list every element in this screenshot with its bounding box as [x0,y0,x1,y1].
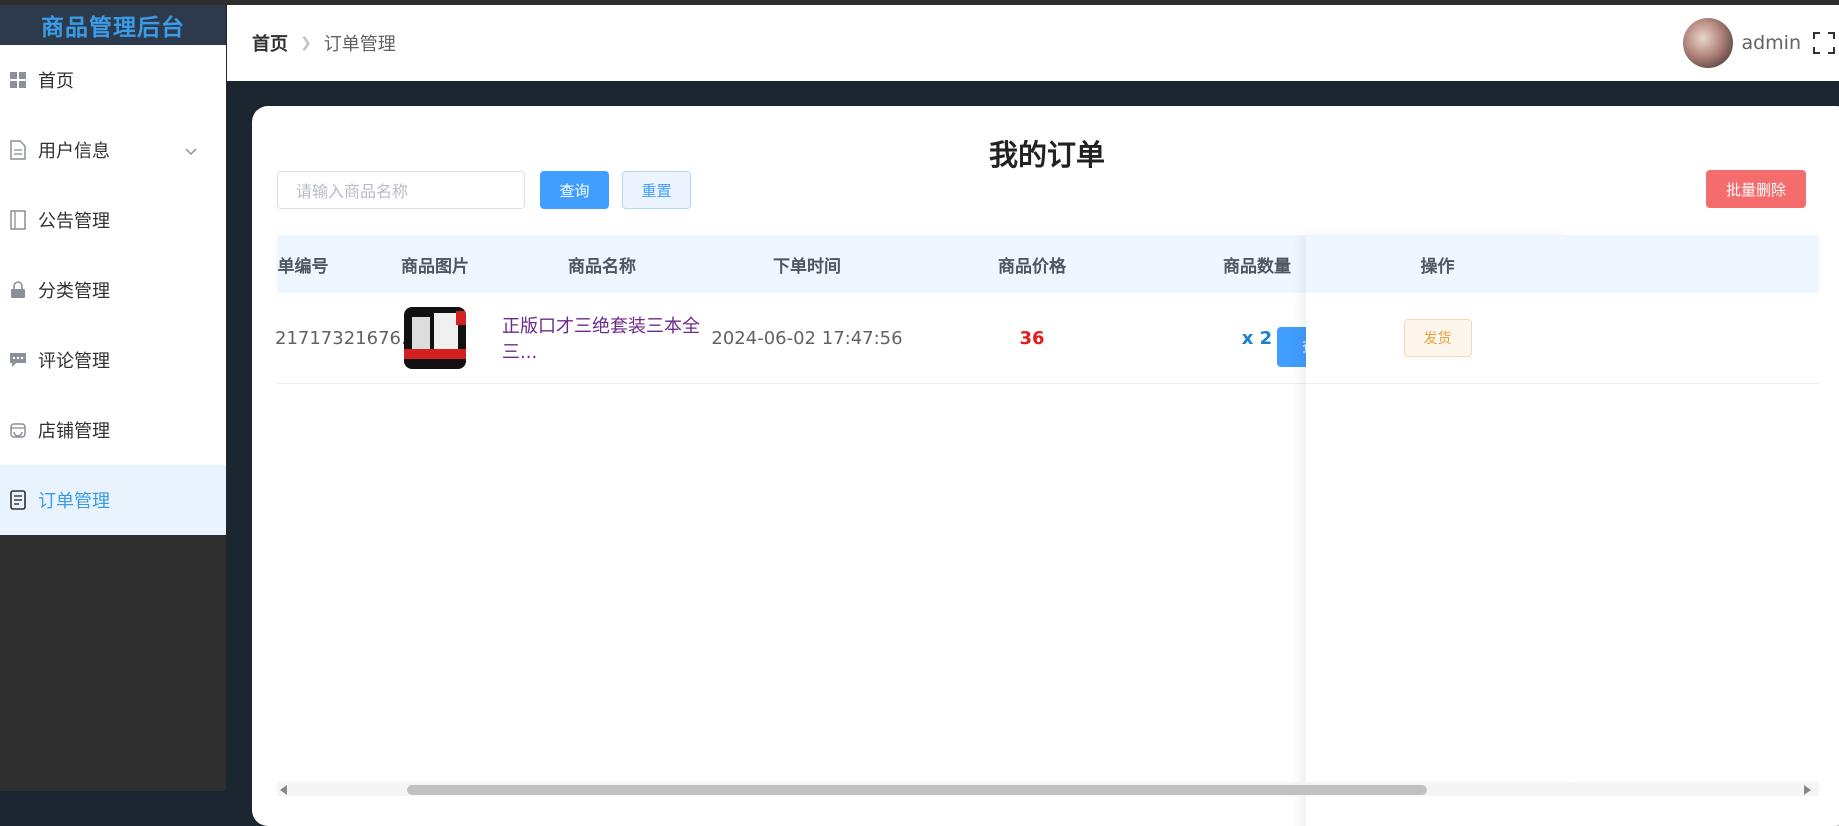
sidebar-item-label: 公告管理 [38,211,110,232]
sidebar-item-order[interactable]: 订单管理 [0,465,226,535]
chevron-right-icon: ❯ [300,35,312,51]
sidebar-item-notice[interactable]: 公告管理 [0,185,226,255]
product-qty: x 2 [1241,327,1273,349]
table-header: 单编号 商品图片 商品名称 下单时间 商品价格 商品数量 收 [277,235,1819,293]
scrollbar-thumb[interactable] [407,785,1427,795]
ship-button[interactable]: 发货 [1403,319,1472,357]
sidebar-item-label: 用户信息 [38,141,110,162]
brand-title: 商品管理后台 [0,5,226,45]
column-header-price: 商品价格 [998,256,1066,277]
lock-icon [8,280,28,300]
column-header-order-no: 单编号 [277,256,329,277]
document-icon [8,140,28,160]
sidebar-item-label: 首页 [38,71,74,92]
column-header-time: 下单时间 [773,256,841,277]
column-header-image: 商品图片 [401,256,469,277]
search-input[interactable]: 请输入商品名称 [277,171,525,209]
product-name[interactable]: 正版口才三绝套装三本全三... [502,293,702,383]
notebook-icon [8,210,28,230]
order-no: 21717321676... [275,327,419,349]
product-thumbnail[interactable] [404,307,466,369]
orders-card: 我的订单 请输入商品名称 查询 重置 批量删除 单编号 商品图片 商品名称 下单… [252,106,1839,826]
scroll-right-icon[interactable] [1804,785,1811,795]
breadcrumb-current: 订单管理 [323,34,396,55]
comment-icon [8,350,28,370]
username[interactable]: admin [1741,32,1801,54]
shop-icon [8,420,28,440]
breadcrumb: 首页 ❯ 订单管理 [252,5,396,81]
sidebar-item-label: 评论管理 [38,351,110,372]
query-button[interactable]: 查询 [540,171,609,209]
chevron-down-icon[interactable] [184,141,198,162]
scroll-left-icon[interactable] [280,785,287,795]
sidebar-item-user-info[interactable]: 用户信息 [0,115,226,185]
sidebar: 商品管理后台 首页 用户信息 公告管理 分类管理 评论管理 店铺管理 订单管理 [0,0,226,791]
batch-delete-button[interactable]: 批量删除 [1706,170,1806,208]
user-area[interactable]: admin [1683,18,1839,68]
horizontal-scrollbar[interactable] [277,782,1819,796]
product-name-link[interactable]: 正版口才三绝套装三本全三... [502,312,702,364]
sidebar-menu: 首页 用户信息 公告管理 分类管理 评论管理 店铺管理 订单管理 [0,45,226,535]
breadcrumb-home[interactable]: 首页 [252,30,288,56]
table-row: 21717321676... 正版口才三绝套装三本全三... 2024-06-0… [275,293,1819,384]
sidebar-item-shop[interactable]: 店铺管理 [0,395,226,465]
top-header: 首页 ❯ 订单管理 admin [227,5,1839,81]
order-time: 2024-06-02 17:47:56 [711,327,903,349]
price-cell: 36 [932,293,1132,383]
column-header-name: 商品名称 [568,256,636,277]
sidebar-item-comment[interactable]: 评论管理 [0,325,226,395]
product-price: 36 [1019,327,1045,349]
action-cell: 发货 [1306,293,1569,384]
sidebar-item-category[interactable]: 分类管理 [0,255,226,325]
order-icon [8,490,28,510]
sidebar-item-label: 分类管理 [38,281,110,302]
grid-icon [8,70,28,90]
product-image-cell [385,293,485,383]
fullscreen-icon[interactable] [1813,32,1835,54]
reset-button[interactable]: 重置 [622,171,691,209]
fixed-action-column: 操作 发货 [1306,235,1569,826]
page-title: 我的订单 [988,138,1105,172]
sidebar-item-label: 订单管理 [38,491,110,512]
column-header-actions: 操作 [1306,235,1569,293]
sidebar-item-label: 店铺管理 [38,421,110,442]
avatar[interactable] [1683,18,1734,68]
sidebar-item-home[interactable]: 首页 [0,45,226,115]
